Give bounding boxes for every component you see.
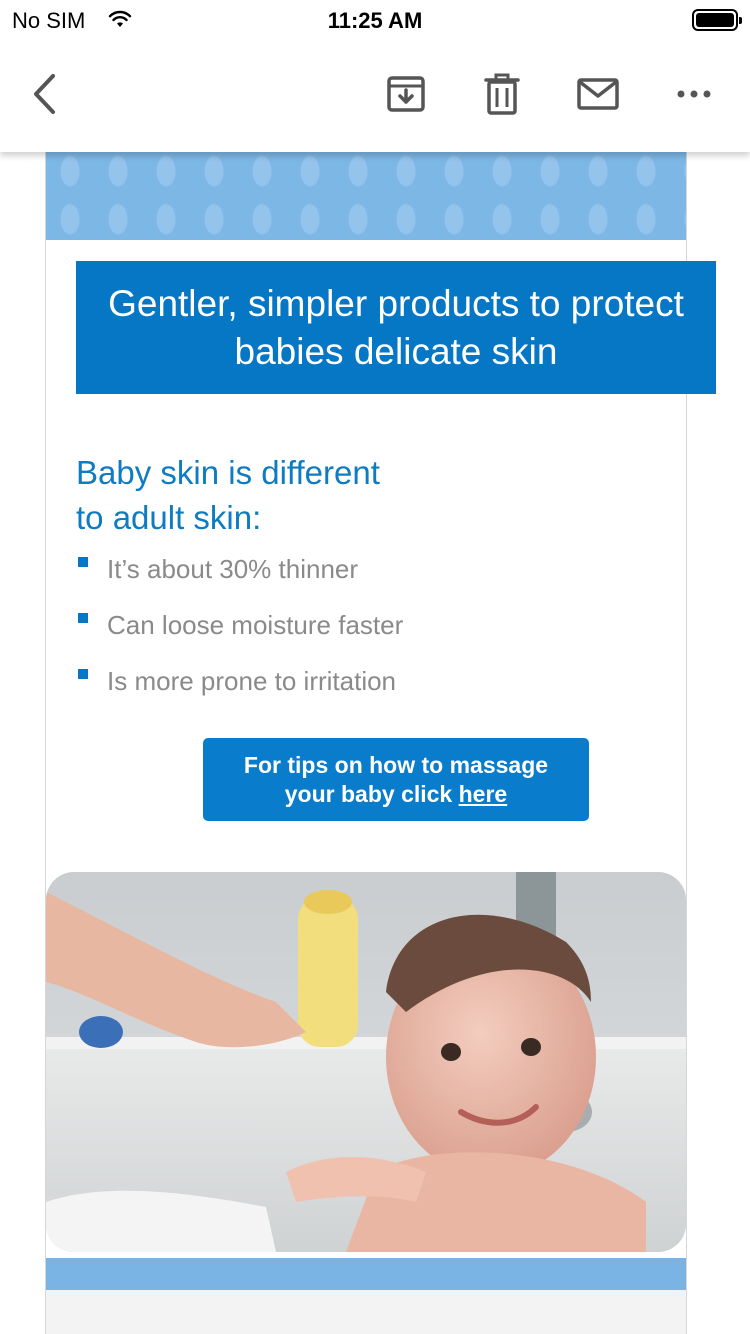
cta-line-1: For tips on how to massage xyxy=(243,751,549,778)
header-pattern-image xyxy=(46,152,686,240)
more-horizontal-icon xyxy=(677,90,711,98)
section-heading: Baby skin is different to adult skin: xyxy=(76,450,496,540)
footer-band xyxy=(46,1258,686,1290)
list-item: It’s about 30% thinner xyxy=(76,548,403,604)
mark-unread-button[interactable] xyxy=(570,66,626,122)
bullet-square-icon xyxy=(78,557,88,567)
list-item: Can loose moisture faster xyxy=(76,604,403,660)
chevron-left-icon xyxy=(34,74,55,114)
massage-tips-button[interactable]: For tips on how to massage your baby cli… xyxy=(203,738,589,821)
here-link[interactable]: here xyxy=(459,781,508,807)
bullet-square-icon xyxy=(78,613,88,623)
footer-area xyxy=(46,1290,686,1334)
banner-text: Gentler, simpler products to protect bab… xyxy=(108,282,684,372)
status-bar: No SIM 11:25 AM xyxy=(0,0,750,40)
heading-line-1: Baby skin is different xyxy=(76,454,380,491)
mail-toolbar xyxy=(0,40,750,152)
skin-facts-list: It’s about 30% thinner Can loose moistur… xyxy=(76,548,403,716)
more-button[interactable] xyxy=(666,66,722,122)
baby-bath-photo xyxy=(46,872,686,1252)
delete-button[interactable] xyxy=(474,66,530,122)
back-button[interactable] xyxy=(16,66,72,122)
trash-icon xyxy=(484,73,520,115)
heading-line-2: to adult skin: xyxy=(76,499,262,536)
email-body: Gentler, simpler products to protect bab… xyxy=(45,152,716,1334)
envelope-icon xyxy=(577,78,619,110)
bullet-square-icon xyxy=(78,669,88,679)
promo-banner: Gentler, simpler products to protect bab… xyxy=(76,261,716,394)
archive-icon xyxy=(387,76,425,112)
cta-line-2: your baby click here xyxy=(284,780,508,807)
clock: 11:25 AM xyxy=(327,8,423,33)
battery-icon xyxy=(692,9,742,31)
archive-button[interactable] xyxy=(378,66,434,122)
list-item: Is more prone to irritation xyxy=(76,660,403,716)
